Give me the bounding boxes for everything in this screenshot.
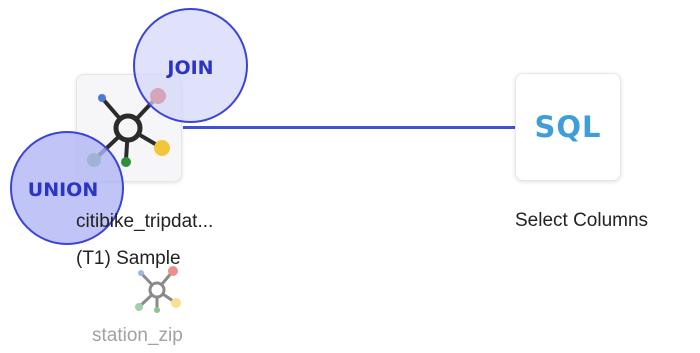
- sql-icon: SQL: [534, 110, 602, 144]
- join-drop-target[interactable]: JOIN: [133, 8, 248, 123]
- join-label: JOIN: [167, 56, 214, 79]
- lookup-source-hub-icon[interactable]: [131, 263, 183, 315]
- sql-node-tile[interactable]: SQL: [515, 73, 621, 181]
- source-node-label: citibike_tripdat...: [76, 211, 214, 232]
- union-label: UNION: [27, 179, 99, 201]
- flow-canvas: JOIN UNION SQL citibike_tripdat... (T1) …: [0, 0, 700, 353]
- sql-node-label: Select Columns: [515, 210, 649, 231]
- lookup-node-label: station_zip: [92, 325, 183, 346]
- flow-connector-line: [183, 126, 516, 129]
